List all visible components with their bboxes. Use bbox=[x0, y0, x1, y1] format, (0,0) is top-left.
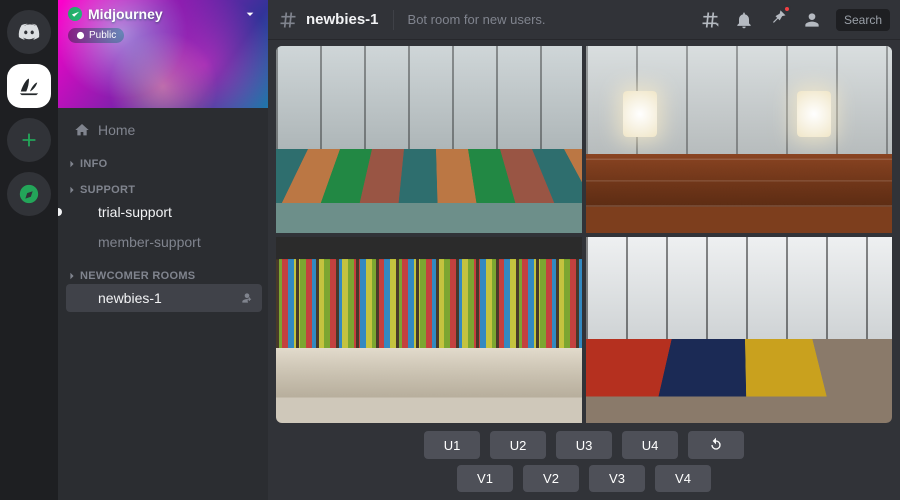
image-grid[interactable] bbox=[276, 46, 892, 423]
action-buttons: U1 U2 U3 U4 V1 V2 V3 V4 bbox=[276, 431, 892, 492]
refresh-icon bbox=[708, 437, 724, 453]
category-info[interactable]: INFO bbox=[66, 158, 262, 170]
invite-icon[interactable] bbox=[240, 291, 254, 305]
discord-icon bbox=[18, 21, 40, 43]
category-label: SUPPORT bbox=[80, 184, 135, 196]
dm-button[interactable] bbox=[7, 10, 51, 54]
category-label: NEWCOMER ROOMS bbox=[80, 270, 195, 282]
channel-member-support[interactable]: member-support bbox=[66, 228, 262, 256]
channel-list: Home INFO SUPPORT trial-support member-s… bbox=[58, 108, 268, 500]
u4-button[interactable]: U4 bbox=[622, 431, 678, 459]
u1-button[interactable]: U1 bbox=[424, 431, 480, 459]
public-label: Public bbox=[89, 30, 116, 41]
plus-icon bbox=[18, 129, 40, 151]
channel-label: newbies-1 bbox=[98, 290, 162, 306]
verified-icon bbox=[68, 7, 82, 21]
channel-newbies-1[interactable]: newbies-1 bbox=[66, 284, 262, 312]
server-header[interactable]: Midjourney bbox=[68, 6, 258, 22]
chevron-right-icon bbox=[68, 186, 76, 194]
chevron-down-icon bbox=[242, 6, 258, 22]
header-actions: Search bbox=[700, 7, 890, 32]
channel-label: member-support bbox=[98, 234, 201, 250]
hash-icon bbox=[278, 10, 298, 30]
main-column: newbies-1 Bot room for new users. Search bbox=[268, 0, 900, 500]
image-2 bbox=[586, 46, 892, 233]
compass-icon bbox=[18, 183, 40, 205]
server-name-label: Midjourney bbox=[88, 6, 163, 22]
variation-row: V1 V2 V3 V4 bbox=[457, 465, 711, 492]
v1-button[interactable]: V1 bbox=[457, 465, 513, 492]
notification-dot bbox=[783, 5, 791, 13]
members-icon[interactable] bbox=[802, 10, 822, 30]
home-label: Home bbox=[98, 122, 135, 138]
image-3 bbox=[276, 237, 582, 424]
upscale-row: U1 U2 U3 U4 bbox=[424, 431, 744, 459]
sidebar-home[interactable]: Home bbox=[66, 116, 262, 144]
channel-topic: Bot room for new users. bbox=[408, 12, 692, 27]
channel-sidebar: Midjourney Public Home INFO SUPPORT bbox=[58, 0, 268, 500]
u3-button[interactable]: U3 bbox=[556, 431, 612, 459]
v3-button[interactable]: V3 bbox=[589, 465, 645, 492]
category-label: INFO bbox=[80, 158, 107, 170]
add-server-button[interactable] bbox=[7, 118, 51, 162]
channel-header: newbies-1 Bot room for new users. Search bbox=[268, 0, 900, 40]
category-newcomer[interactable]: NEWCOMER ROOMS bbox=[66, 270, 262, 282]
v2-button[interactable]: V2 bbox=[523, 465, 579, 492]
u2-button[interactable]: U2 bbox=[490, 431, 546, 459]
v4-button[interactable]: V4 bbox=[655, 465, 711, 492]
hash-icon bbox=[74, 290, 90, 306]
bell-icon[interactable] bbox=[734, 10, 754, 30]
server-banner: Midjourney Public bbox=[58, 0, 268, 108]
pin-button[interactable] bbox=[768, 7, 788, 32]
server-rail bbox=[0, 0, 58, 500]
reroll-button[interactable] bbox=[688, 431, 744, 459]
channel-title: newbies-1 bbox=[306, 11, 379, 28]
search-input[interactable]: Search bbox=[836, 9, 890, 31]
divider bbox=[393, 10, 394, 30]
category-support[interactable]: SUPPORT bbox=[66, 184, 262, 196]
home-icon bbox=[74, 122, 90, 138]
hash-lock-icon bbox=[74, 234, 90, 250]
hash-icon bbox=[74, 204, 90, 220]
public-badge: Public bbox=[68, 28, 124, 43]
threads-icon[interactable] bbox=[700, 10, 720, 30]
image-4 bbox=[586, 237, 892, 424]
explore-button[interactable] bbox=[7, 172, 51, 216]
chevron-right-icon bbox=[68, 272, 76, 280]
server-midjourney[interactable] bbox=[7, 64, 51, 108]
chevron-right-icon bbox=[68, 160, 76, 168]
app-root: Midjourney Public Home INFO SUPPORT bbox=[0, 0, 900, 500]
image-1 bbox=[276, 46, 582, 233]
channel-label: trial-support bbox=[98, 204, 172, 220]
sailboat-icon bbox=[18, 75, 40, 97]
channel-trial-support[interactable]: trial-support bbox=[66, 198, 262, 226]
message-content: U1 U2 U3 U4 V1 V2 V3 V4 bbox=[268, 40, 900, 500]
